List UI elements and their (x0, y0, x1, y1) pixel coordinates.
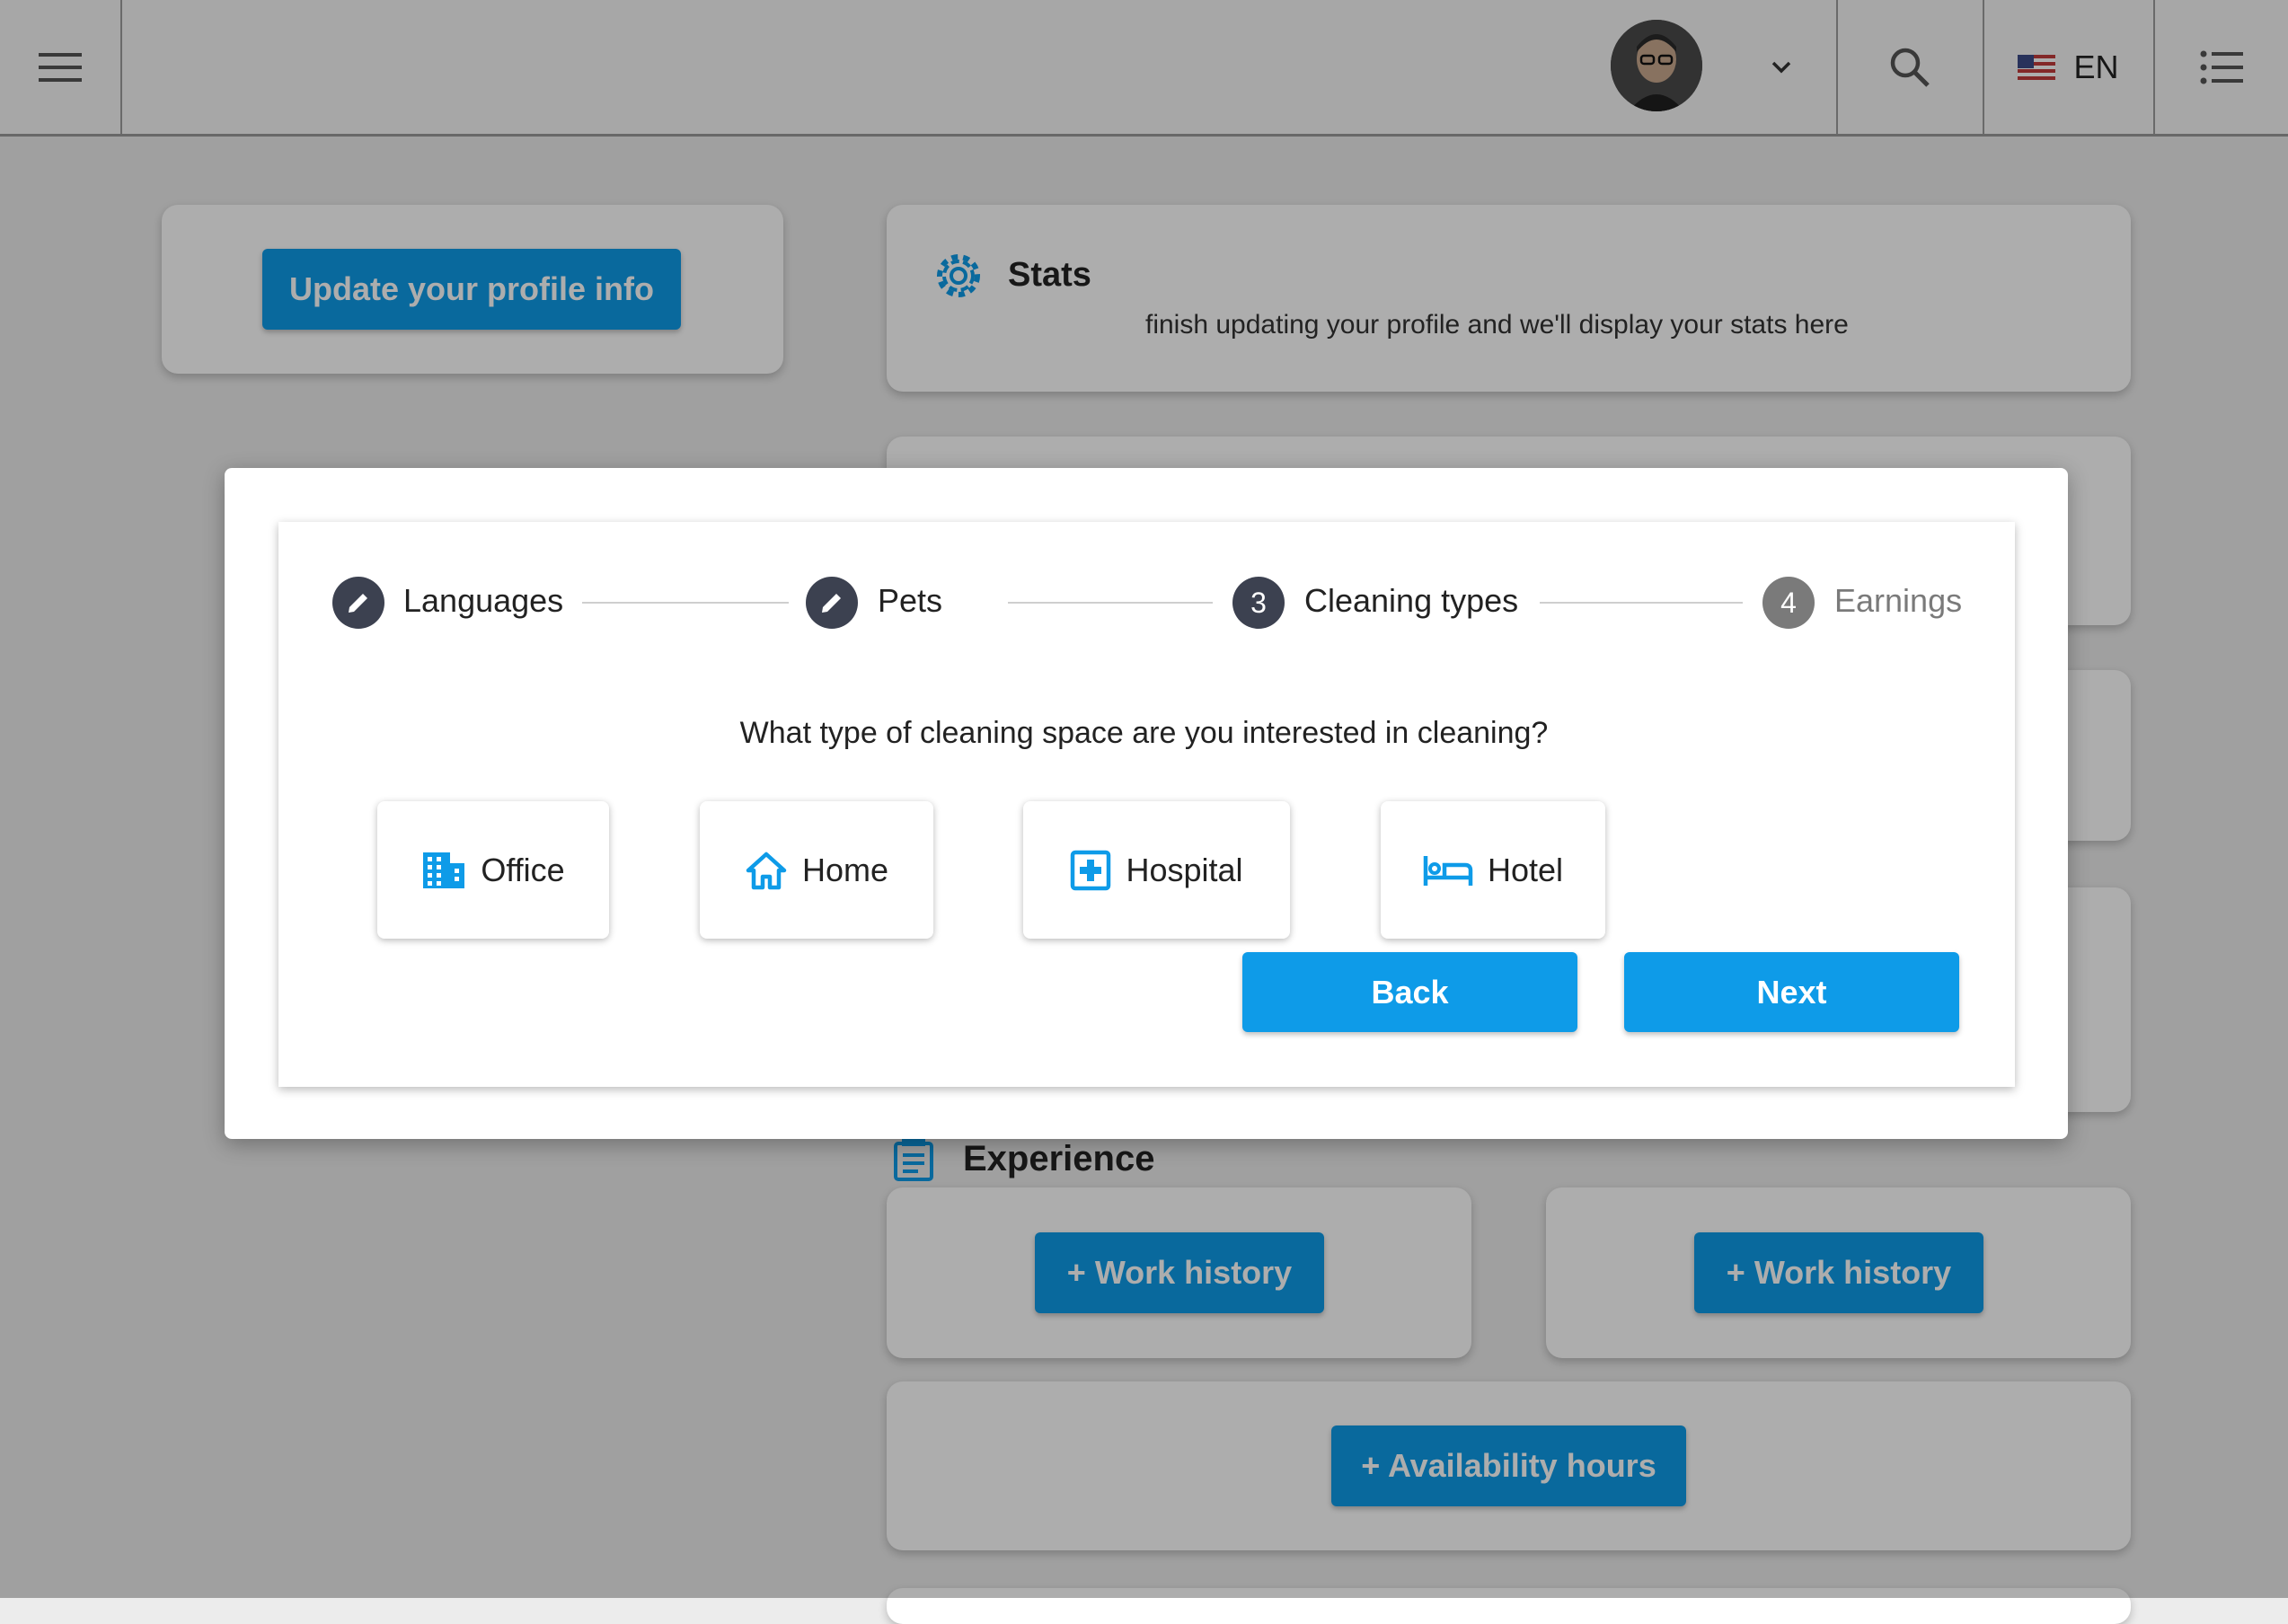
option-office-label: Office (481, 851, 565, 888)
option-office[interactable]: Office (377, 801, 609, 939)
step-cleaning-types-indicator[interactable]: 3 (1232, 577, 1285, 629)
option-home[interactable]: Home (700, 801, 933, 939)
step-connector (582, 602, 789, 604)
next-button[interactable]: Next (1624, 952, 1959, 1032)
step-pets-label[interactable]: Pets (878, 582, 942, 620)
step-earnings-label[interactable]: Earnings (1834, 582, 1962, 620)
step-earnings-indicator[interactable]: 4 (1762, 577, 1815, 629)
home-icon (746, 852, 787, 889)
step-languages-indicator[interactable] (332, 577, 384, 629)
back-button[interactable]: Back (1242, 952, 1577, 1032)
option-hotel[interactable]: Hotel (1381, 801, 1605, 939)
step-connector (1540, 602, 1743, 604)
option-hotel-label: Hotel (1487, 851, 1564, 888)
cleaning-space-question: What type of cleaning space are you inte… (739, 716, 1549, 750)
step-languages-label[interactable]: Languages (403, 582, 563, 620)
office-building-icon (423, 852, 465, 888)
option-hospital[interactable]: Hospital (1023, 801, 1290, 939)
step-pets-indicator[interactable] (806, 577, 858, 629)
option-hospital-label: Hospital (1126, 851, 1243, 888)
pencil-icon (349, 594, 367, 613)
step-connector (1008, 602, 1213, 604)
option-home-label: Home (801, 851, 889, 888)
hotel-bed-icon (1423, 855, 1473, 886)
hospital-icon (1071, 850, 1111, 890)
pencil-icon (822, 594, 841, 613)
step-cleaning-types-label[interactable]: Cleaning types (1304, 582, 1518, 620)
